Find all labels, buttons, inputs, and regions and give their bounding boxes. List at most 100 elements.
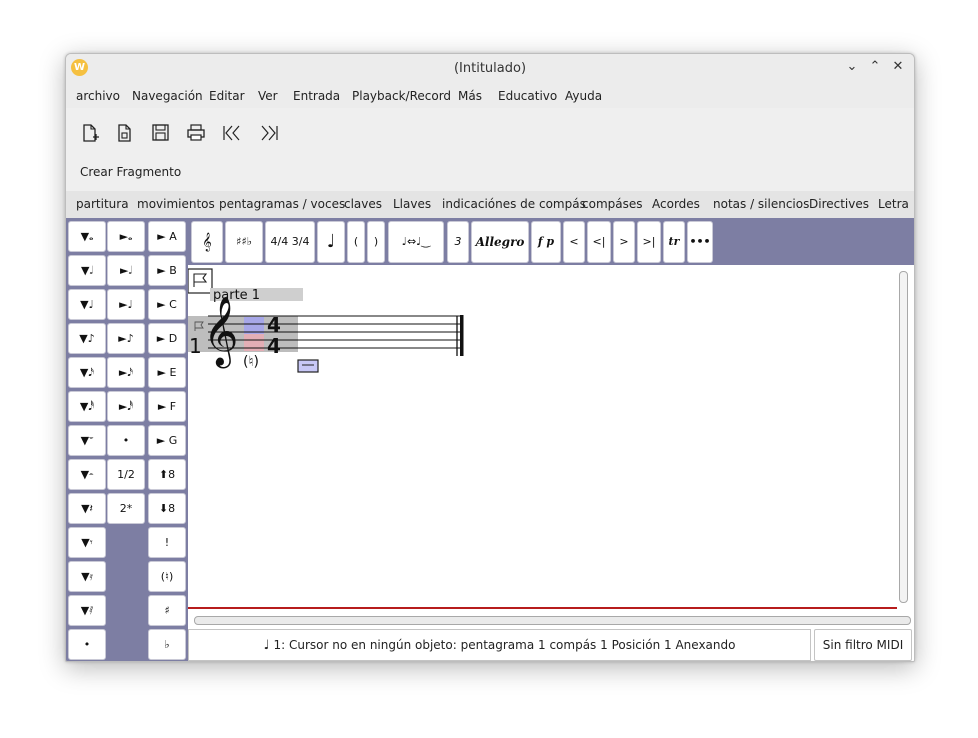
palette-natural[interactable]: (♮) [148,561,186,592]
midi-filter-button[interactable]: Sin filtro MIDI [814,629,912,661]
tab-compases[interactable]: compáses [582,197,643,211]
skip-to-start-icon[interactable] [222,122,242,144]
palette-insert-quarter[interactable]: ▼♩ [68,289,106,320]
palette-rest-eighth[interactable]: ▼𝄾 [68,527,106,558]
maximize-icon[interactable]: ⌃ [867,59,883,75]
palette-rest-whole[interactable]: ▼𝄻 [68,425,106,456]
palette-note-d[interactable]: ► D [148,323,186,354]
skip-to-end-icon[interactable] [259,122,279,144]
tempo-button[interactable]: Allegro [471,221,529,263]
palette-cautionary[interactable]: ! [148,527,186,558]
tab-bar: partitura movimientos pentagramas / voce… [66,191,914,218]
palette-insert-half[interactable]: ▼𝅗𝅥 [68,255,106,286]
menu-bar: archivo Navegación Editar Ver Entrada Pl… [66,82,914,108]
score-bottom-line [188,607,897,609]
cautionary-natural: (♮) [243,354,259,370]
tuplet-button[interactable]: 3 [447,221,469,263]
tab-pentagramas[interactable]: pentagramas / voces [219,197,345,211]
tab-partitura[interactable]: partitura [76,197,129,211]
slur-start-button[interactable]: ( [347,221,365,263]
palette-rest-sixteenth[interactable]: ▼𝄿 [68,561,106,592]
tab-acordes[interactable]: Acordes [652,197,700,211]
palette-octave-up[interactable]: ⬆8 [148,459,186,490]
menu-entrada[interactable]: Entrada [293,89,340,103]
movement-marker-icon [188,268,213,294]
duration-palette: ▼𝅝 ▼𝅗𝅥 ▼♩ ▼♪ ▼𝅘𝅥𝅯 ▼𝅘𝅥𝅰 ▼𝄻 ▼𝄼 ▼𝄽 ▼𝄾 ▼𝄿 ▼𝅀… [66,218,188,661]
menu-ayuda[interactable]: Ayuda [565,89,602,103]
palette-octave-down[interactable]: ⬇8 [148,493,186,524]
palette-note-a[interactable]: ► A [148,221,186,252]
close-icon[interactable]: ✕ [890,59,906,75]
menu-playback[interactable]: Playback/Record [352,89,451,103]
object-toolbar: 𝄞 ♯♯♭ 4/4 3/4 ♩ ( ) ♩⇔♩‿ 3 Allegro f p <… [188,218,914,265]
palette-append-whole[interactable]: ►𝅝 [107,221,145,252]
palette-note-f[interactable]: ► F [148,391,186,422]
tab-llaves[interactable]: Llaves [393,197,431,211]
trill-button[interactable]: tr [663,221,685,263]
tab-letra[interactable]: Letra [878,197,909,211]
diminuendo-end-button[interactable]: >| [637,221,661,263]
menu-mas[interactable]: Más [458,89,482,103]
palette-augmentation-dot[interactable]: • [107,425,145,456]
tab-indicaciones[interactable]: indicaciónes de compás [442,197,586,211]
palette-insert-whole[interactable]: ▼𝅝 [68,221,106,252]
slur-end-button[interactable]: ) [367,221,385,263]
title-bar: W (Intitulado) ⌄ ⌃ ✕ [66,54,914,82]
horizontal-scrollbar[interactable] [194,616,911,625]
print-icon[interactable] [186,122,206,144]
create-fragment-button[interactable]: Crear Fragmento [80,165,181,179]
time-signature-bottom: 4 [267,334,281,358]
window-title: (Intitulado) [453,61,527,76]
key-signature-button[interactable]: ♯♯♭ [225,221,263,263]
menu-editar[interactable]: Editar [209,89,245,103]
tab-movimientos[interactable]: movimientos [137,197,215,211]
tie-button[interactable]: ♩⇔♩‿ [388,221,444,263]
save-icon[interactable] [150,122,170,144]
palette-halve-duration[interactable]: 1/2 [107,459,145,490]
tab-claves[interactable]: claves [344,197,382,211]
palette-note-c[interactable]: ► C [148,289,186,320]
time-signature-button[interactable]: 4/4 3/4 [265,221,315,263]
tab-notas-silencios[interactable]: notas / silencios [713,197,809,211]
menu-ver[interactable]: Ver [258,89,278,103]
more-options-button[interactable]: ••• [687,221,713,263]
crescendo-end-button[interactable]: <| [587,221,611,263]
menu-navegacion[interactable]: Navegación [132,89,203,103]
palette-rest-quarter[interactable]: ▼𝄽 [68,493,106,524]
minimize-icon[interactable]: ⌄ [844,59,860,75]
palette-append-quarter[interactable]: ►♩ [107,289,145,320]
palette-flatten[interactable]: ♭ [148,629,186,660]
diminuendo-button[interactable]: > [613,221,635,263]
palette-insert-32nd[interactable]: ▼𝅘𝅥𝅰 [68,391,106,422]
palette-rest-32nd[interactable]: ▼𝅀 [68,595,106,626]
palette-append-half[interactable]: ►𝅗𝅥 [107,255,145,286]
staff-number: 1 [189,334,202,358]
palette-append-sixteenth[interactable]: ►𝅘𝅥𝅯 [107,357,145,388]
clef-button[interactable]: 𝄞 [191,221,223,263]
palette-dot[interactable]: • [68,629,106,660]
status-text: 1: Cursor no en ningún objeto: pentagram… [273,638,736,652]
palette-note-e[interactable]: ► E [148,357,186,388]
tab-directives[interactable]: Directives [809,197,869,211]
new-document-icon[interactable] [80,122,100,144]
note-button[interactable]: ♩ [317,221,345,263]
menu-educativo[interactable]: Educativo [498,89,557,103]
palette-note-g[interactable]: ► G [148,425,186,456]
time-signature-top: 4 [267,313,281,337]
treble-clef-icon: 𝄞 [203,296,239,366]
crescendo-button[interactable]: < [563,221,585,263]
palette-insert-eighth[interactable]: ▼♪ [68,323,106,354]
palette-double-duration[interactable]: 2* [107,493,145,524]
palette-append-eighth[interactable]: ►♪ [107,323,145,354]
menu-archivo[interactable]: archivo [76,89,120,103]
palette-insert-sixteenth[interactable]: ▼𝅘𝅥𝅯 [68,357,106,388]
vertical-scrollbar[interactable] [899,271,908,603]
score-area[interactable]: parte 1 1 𝄞 4 4 (♮) [188,265,914,661]
dynamics-button[interactable]: f p [531,221,561,263]
palette-rest-half[interactable]: ▼𝄼 [68,459,106,490]
palette-append-32nd[interactable]: ►𝅘𝅥𝅰 [107,391,145,422]
status-note-icon: ♩ [263,638,270,653]
palette-note-b[interactable]: ► B [148,255,186,286]
palette-sharpen[interactable]: ♯ [148,595,186,626]
open-template-icon[interactable] [115,122,135,144]
